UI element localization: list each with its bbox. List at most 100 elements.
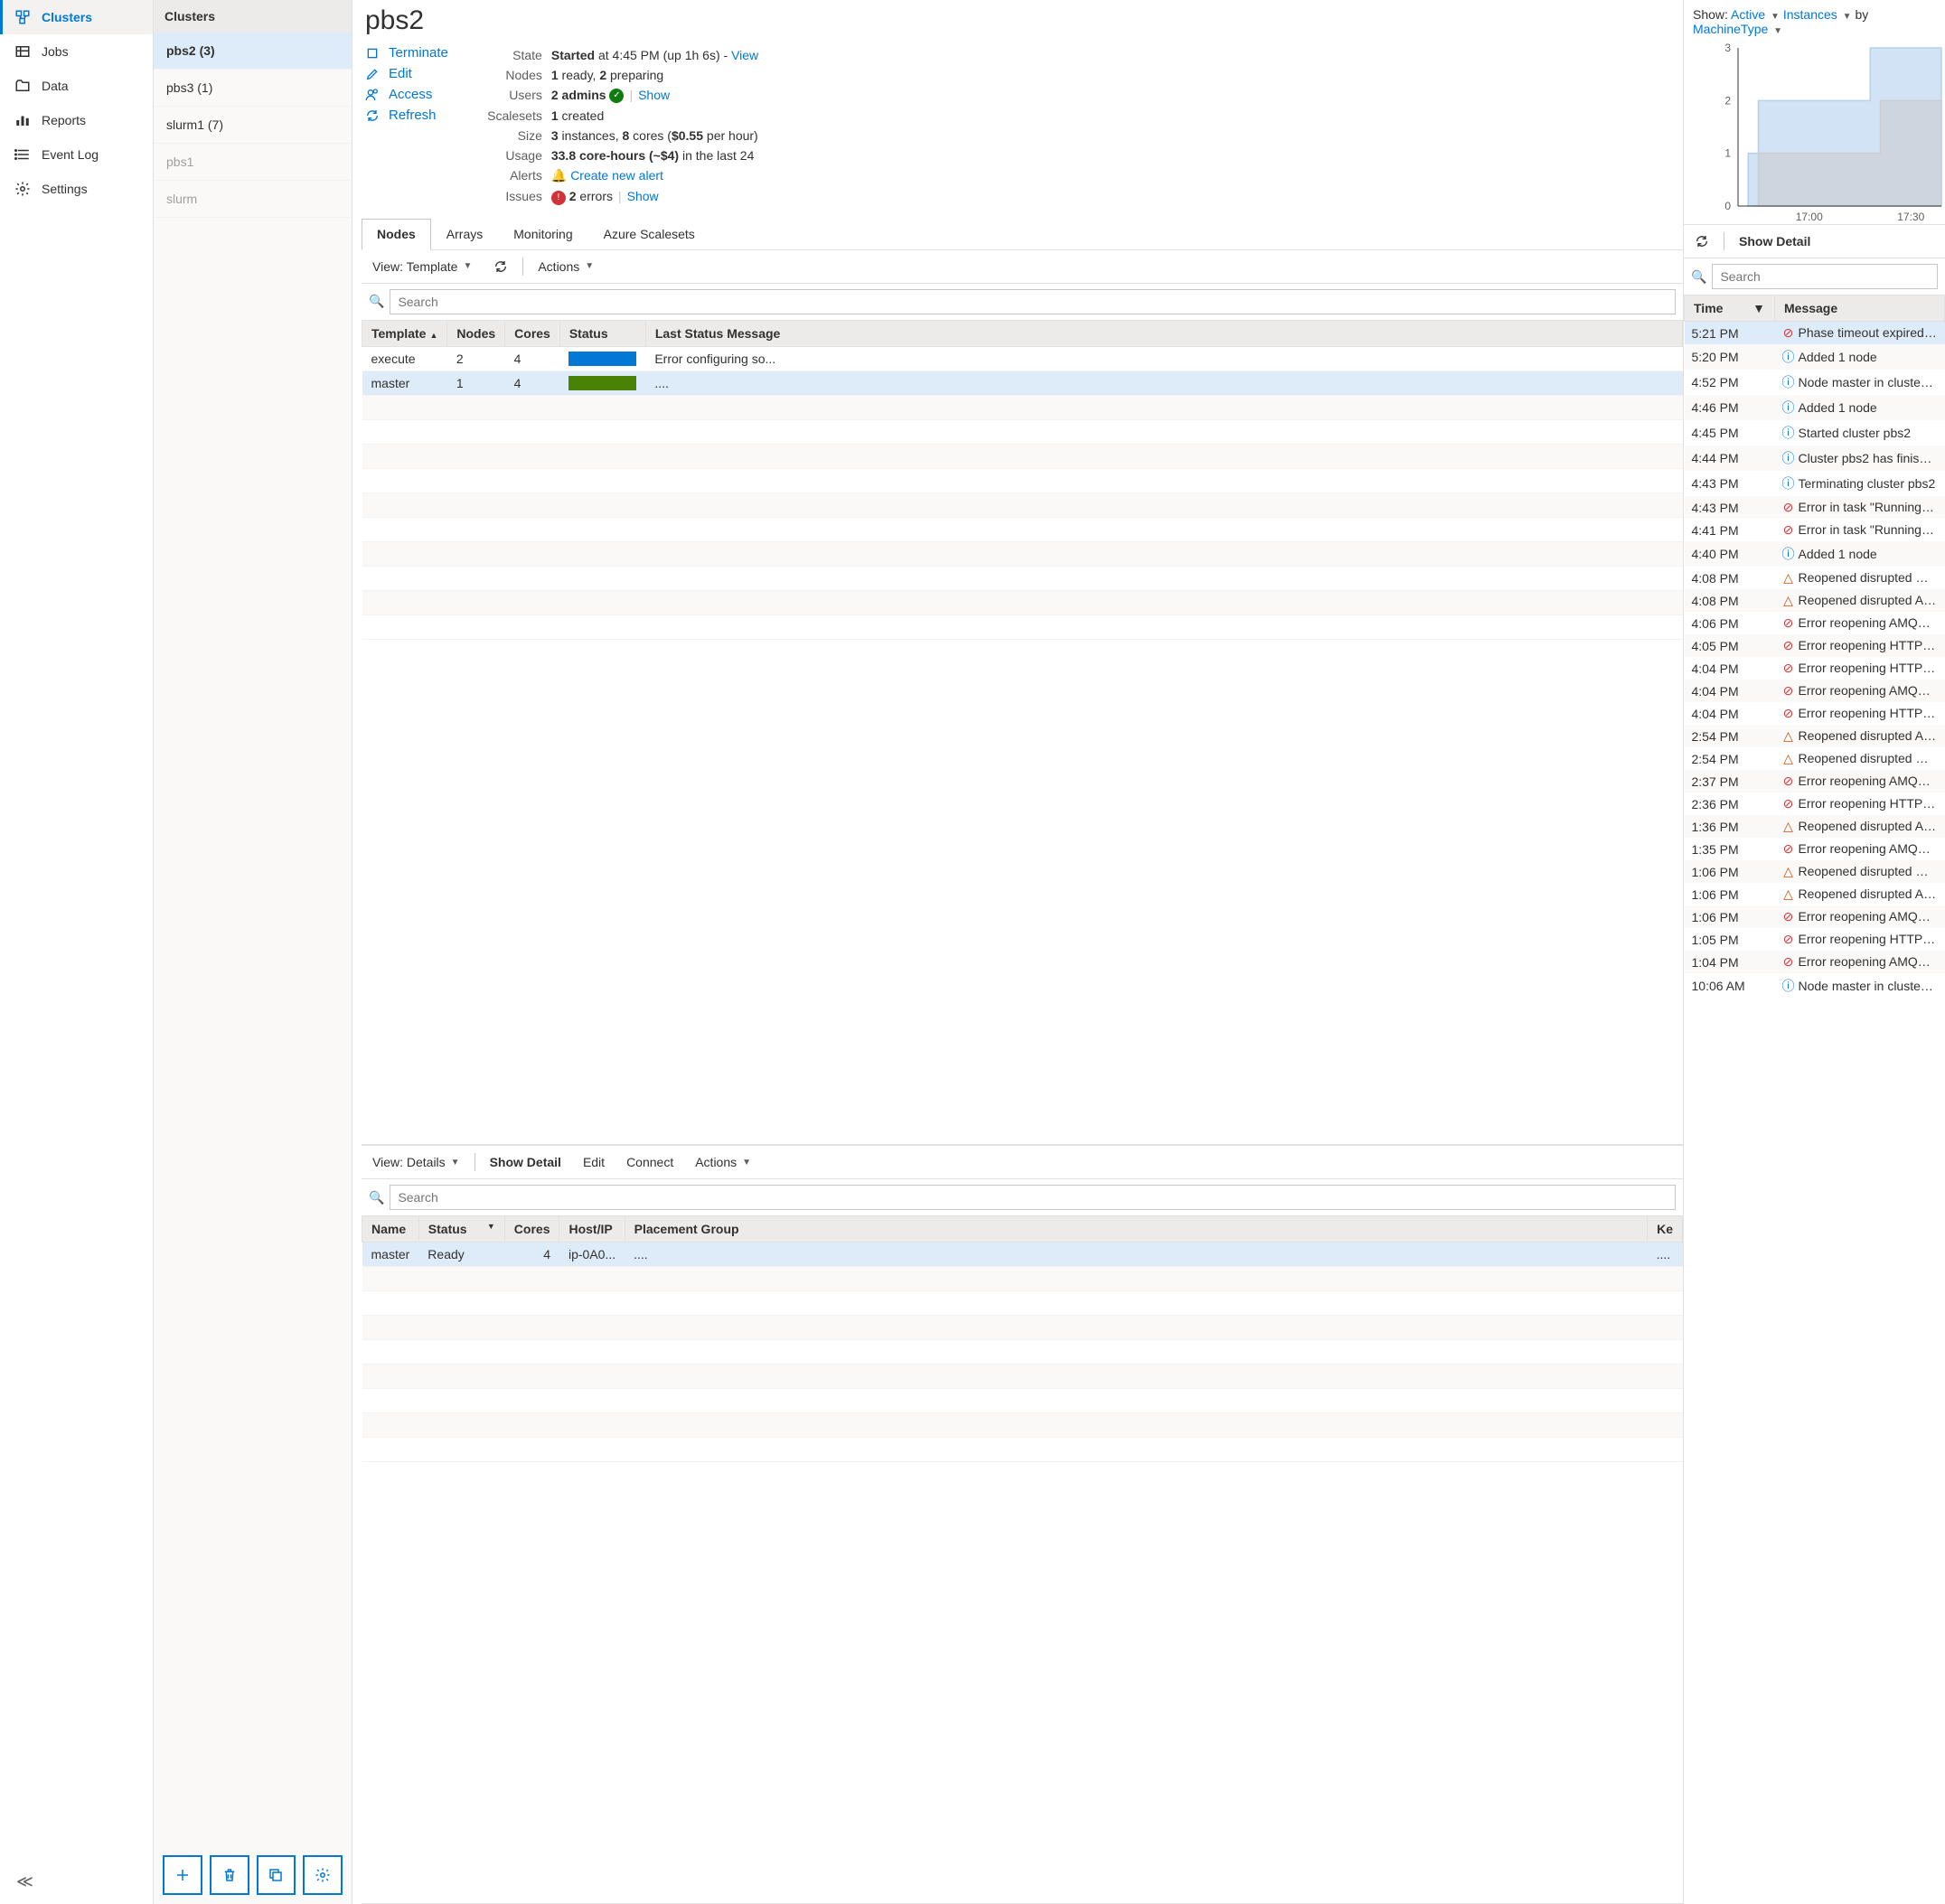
cluster-item[interactable]: pbs1 bbox=[154, 144, 352, 181]
th-cores[interactable]: Cores bbox=[504, 1216, 559, 1243]
events-grid: Time▼ Message 5:21 PM⊘Phase timeout expi… bbox=[1684, 295, 1945, 1904]
th-pg[interactable]: Placement Group bbox=[625, 1216, 1647, 1243]
event-row[interactable]: 4:04 PM⊘Error reopening HTTPS tun bbox=[1685, 657, 1945, 680]
event-row[interactable]: 2:54 PM△Reopened disrupted HTTPS bbox=[1685, 747, 1945, 770]
event-row[interactable]: 1:35 PM⊘Error reopening AMQP tun bbox=[1685, 838, 1945, 860]
nav-clusters[interactable]: Clusters bbox=[0, 0, 153, 34]
event-row[interactable]: 4:43 PMⓘTerminating cluster pbs2 bbox=[1685, 471, 1945, 496]
event-row[interactable]: 2:54 PM△Reopened disrupted AMQP bbox=[1685, 725, 1945, 747]
event-row[interactable]: 4:08 PM△Reopened disrupted HTTPS bbox=[1685, 567, 1945, 589]
show-instances-dropdown[interactable]: Instances ▼ bbox=[1783, 7, 1852, 22]
th-msg[interactable]: Last Status Message bbox=[645, 320, 1682, 346]
event-row[interactable]: 5:20 PMⓘAdded 1 node bbox=[1685, 344, 1945, 370]
delete-cluster-button[interactable] bbox=[210, 1855, 249, 1895]
view-state-link[interactable]: View bbox=[731, 48, 758, 62]
tab[interactable]: Arrays bbox=[431, 219, 498, 249]
nav-jobs[interactable]: Jobs bbox=[0, 34, 153, 69]
event-row[interactable]: 4:05 PM⊘Error reopening HTTPS tun bbox=[1685, 634, 1945, 657]
th-name[interactable]: Name bbox=[362, 1216, 419, 1243]
err-icon: ⊘ bbox=[1782, 325, 1795, 341]
refresh-action[interactable]: Refresh bbox=[365, 108, 448, 123]
event-row[interactable]: 4:04 PM⊘Error reopening HTTPS tun bbox=[1685, 702, 1945, 725]
nav-data[interactable]: Data bbox=[0, 69, 153, 103]
templates-search-input[interactable] bbox=[390, 289, 1676, 314]
err-icon: ⊘ bbox=[1782, 706, 1795, 721]
actions-dropdown[interactable]: Actions▼ bbox=[531, 256, 601, 277]
show-issues-link[interactable]: Show bbox=[627, 189, 659, 203]
settings-cluster-button[interactable] bbox=[303, 1855, 343, 1895]
event-row[interactable]: 1:05 PM⊘Error reopening HTTPS tun bbox=[1685, 928, 1945, 951]
show-users-link[interactable]: Show bbox=[638, 88, 670, 102]
th-ke[interactable]: Ke bbox=[1648, 1216, 1683, 1243]
event-row[interactable]: 1:36 PM△Reopened disrupted AMQP bbox=[1685, 815, 1945, 838]
refresh-templates-button[interactable] bbox=[486, 256, 515, 277]
th-time[interactable]: Time▼ bbox=[1685, 295, 1775, 322]
err-icon: ⊘ bbox=[1782, 638, 1795, 653]
event-row[interactable]: 4:43 PM⊘Error in task "Running phas bbox=[1685, 496, 1945, 519]
collapse-sidebar-button[interactable]: ≪ bbox=[0, 1860, 153, 1904]
th-status[interactable]: Status▼ bbox=[418, 1216, 504, 1243]
create-alert-link[interactable]: Create new alert bbox=[570, 168, 663, 183]
th-template[interactable]: Template▲ bbox=[362, 320, 447, 346]
search-icon: 🔍 bbox=[369, 1190, 384, 1205]
tab[interactable]: Monitoring bbox=[498, 219, 587, 249]
machinetype-dropdown[interactable]: MachineType ▼ bbox=[1693, 22, 1782, 36]
event-row[interactable]: 4:04 PM⊘Error reopening AMQP tun bbox=[1685, 680, 1945, 702]
table-row[interactable]: masterReady4ip-0A0........... bbox=[362, 1243, 1683, 1267]
event-row[interactable]: 4:06 PM⊘Error reopening AMQP tun bbox=[1685, 612, 1945, 634]
events-search-input[interactable] bbox=[1712, 264, 1938, 289]
view-details-dropdown[interactable]: View: Details▼ bbox=[365, 1151, 467, 1173]
cluster-meta: StateStarted at 4:45 PM (up 1h 6s) - Vie… bbox=[466, 42, 1683, 219]
event-row[interactable]: 10:06 AMⓘNode master in cluster pbs bbox=[1685, 973, 1945, 999]
event-row[interactable]: 2:36 PM⊘Error reopening HTTPS tun bbox=[1685, 793, 1945, 815]
info-icon: ⓘ bbox=[1782, 449, 1795, 467]
event-row[interactable]: 1:04 PM⊘Error reopening AMQP tun bbox=[1685, 951, 1945, 973]
refresh-events-button[interactable] bbox=[1687, 230, 1716, 252]
event-row[interactable]: 2:37 PM⊘Error reopening AMQP tun bbox=[1685, 770, 1945, 793]
tab[interactable]: Nodes bbox=[362, 219, 431, 250]
event-row[interactable]: 4:52 PMⓘNode master in cluster pbs bbox=[1685, 370, 1945, 395]
event-row[interactable]: 1:06 PM△Reopened disrupted AMQP bbox=[1685, 883, 1945, 905]
tab[interactable]: Azure Scalesets bbox=[588, 219, 710, 249]
svg-text:2: 2 bbox=[1724, 94, 1731, 107]
th-status[interactable]: Status bbox=[559, 320, 645, 346]
cluster-item[interactable]: slurm bbox=[154, 181, 352, 218]
th-message[interactable]: Message bbox=[1775, 295, 1945, 322]
th-nodes[interactable]: Nodes bbox=[447, 320, 505, 346]
add-cluster-button[interactable] bbox=[163, 1855, 202, 1895]
edit-node-button[interactable]: Edit bbox=[576, 1151, 612, 1173]
event-row[interactable]: 4:45 PMⓘStarted cluster pbs2 bbox=[1685, 420, 1945, 446]
table-row[interactable]: execute24Error configuring so... bbox=[362, 346, 1683, 370]
terminate-action[interactable]: Terminate bbox=[365, 45, 448, 61]
event-row[interactable]: 1:06 PM△Reopened disrupted HTTPS bbox=[1685, 860, 1945, 883]
cluster-item[interactable]: pbs2 (3) bbox=[154, 33, 352, 70]
show-detail-button[interactable]: Show Detail bbox=[483, 1151, 568, 1173]
show-event-detail-button[interactable]: Show Detail bbox=[1732, 230, 1818, 252]
th-cores[interactable]: Cores bbox=[505, 320, 560, 346]
view-template-dropdown[interactable]: View: Template▼ bbox=[365, 256, 479, 277]
event-row[interactable]: 4:08 PM△Reopened disrupted AMQP bbox=[1685, 589, 1945, 612]
event-row[interactable]: 4:44 PMⓘCluster pbs2 has finished te bbox=[1685, 446, 1945, 471]
nav-settings[interactable]: Settings bbox=[0, 172, 153, 206]
event-row[interactable]: 1:06 PM⊘Error reopening AMQP tun bbox=[1685, 905, 1945, 928]
cluster-item[interactable]: slurm1 (7) bbox=[154, 107, 352, 144]
details-actions-dropdown[interactable]: Actions▼ bbox=[688, 1151, 758, 1173]
nav-eventlog[interactable]: Event Log bbox=[0, 137, 153, 172]
show-active-dropdown[interactable]: Active ▼ bbox=[1731, 7, 1780, 22]
event-row[interactable]: 5:21 PM⊘Phase timeout expired whi bbox=[1685, 322, 1945, 345]
event-row[interactable]: 4:41 PM⊘Error in task "Running phas bbox=[1685, 519, 1945, 541]
details-search-input[interactable] bbox=[390, 1185, 1676, 1210]
cluster-actions: Terminate Edit Access Refresh bbox=[362, 42, 448, 219]
event-row[interactable]: 4:46 PMⓘAdded 1 node bbox=[1685, 395, 1945, 420]
event-row[interactable]: 4:40 PMⓘAdded 1 node bbox=[1685, 541, 1945, 567]
access-action[interactable]: Access bbox=[365, 87, 448, 102]
copy-cluster-button[interactable] bbox=[257, 1855, 296, 1895]
th-host[interactable]: Host/IP bbox=[559, 1216, 625, 1243]
connect-button[interactable]: Connect bbox=[619, 1151, 681, 1173]
table-row[interactable]: master14.... bbox=[362, 370, 1683, 395]
nav-reports[interactable]: Reports bbox=[0, 103, 153, 137]
refresh-icon bbox=[365, 108, 380, 123]
cluster-item[interactable]: pbs3 (1) bbox=[154, 70, 352, 107]
err-icon: ⊘ bbox=[1782, 774, 1795, 789]
edit-action[interactable]: Edit bbox=[365, 66, 448, 81]
